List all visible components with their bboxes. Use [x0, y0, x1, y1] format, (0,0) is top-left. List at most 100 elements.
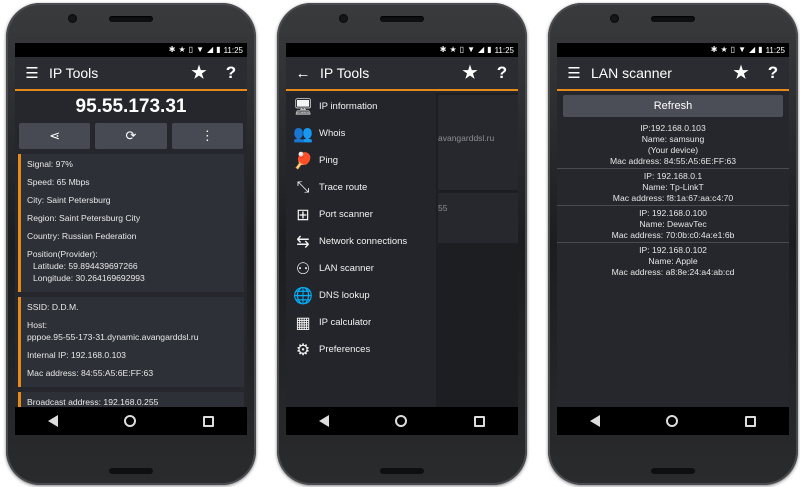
- menu-item-network-connections[interactable]: ⇆ Network connections: [286, 228, 436, 255]
- vibrate-icon: ▯: [188, 45, 194, 54]
- more-vertical-icon: ⋮: [200, 128, 214, 143]
- share-button[interactable]: ⋖: [19, 123, 91, 149]
- clock: 11:25: [494, 45, 514, 55]
- wifi-icon: ▼: [467, 45, 475, 54]
- menu-item-label: LAN scanner: [319, 263, 374, 274]
- vibrate-icon: ▯: [730, 45, 736, 54]
- list-item[interactable]: IP: 192.168.0.1 Name: Tp-LinkT Mac addre…: [557, 169, 789, 206]
- home-icon[interactable]: [395, 415, 408, 427]
- menu-item-label: Port scanner: [319, 209, 373, 220]
- mac-address: Mac address: 84:55:A5:6E:FF:63: [27, 368, 154, 378]
- host-mac: Mac address: 70:0b:c0:4a:e1:6b: [611, 230, 735, 240]
- hamburger-menu-icon[interactable]: ☰: [557, 64, 591, 82]
- clock: 11:25: [765, 45, 785, 55]
- menu-item-ip-calculator[interactable]: ▦ IP calculator: [286, 309, 436, 336]
- camera: [339, 14, 348, 23]
- home-icon[interactable]: [124, 415, 137, 427]
- host-name: Name: DewavTec: [639, 219, 707, 229]
- recent-apps-icon[interactable]: [202, 415, 214, 427]
- menu-item-preferences[interactable]: ⚙ Preferences: [286, 336, 436, 363]
- screen-lan-scanner: ✱ ★ ▯ ▼ ◢ ▮ 11:25 ☰ LAN scanner ★ ? Refr…: [557, 43, 789, 435]
- status-bar: ✱ ★ ▯ ▼ ◢ ▮ 11:25: [557, 43, 789, 57]
- home-icon[interactable]: [666, 415, 679, 427]
- speaker: [380, 16, 424, 22]
- bluetooth-icon: ✱: [710, 45, 718, 54]
- phone-2: ✱ ★ ▯ ▼ ◢ ▮ 11:25 ← IP Tools ★ ? avangar…: [277, 3, 527, 485]
- app-title: IP Tools: [320, 65, 370, 81]
- clock: 11:25: [223, 45, 243, 55]
- more-button[interactable]: ⋮: [171, 123, 243, 149]
- menu-item-label: IP information: [319, 101, 378, 112]
- globe-icon: 🌐: [293, 287, 313, 305]
- speaker: [109, 16, 153, 22]
- info-card-location: Signal: 97% Speed: 65 Mbps City: Saint P…: [18, 154, 244, 292]
- recent-apps-icon[interactable]: [744, 415, 756, 427]
- menu-item-lan-scanner[interactable]: ⚇ LAN scanner: [286, 255, 436, 282]
- favorite-star-icon[interactable]: ★: [454, 63, 486, 83]
- help-icon[interactable]: ?: [757, 63, 789, 83]
- list-item[interactable]: IP: 192.168.0.100 Name: DewavTec Mac add…: [557, 206, 789, 243]
- host-mac: Mac address: 84:55:A5:6E:FF:63: [609, 156, 737, 166]
- help-icon[interactable]: ?: [215, 63, 247, 83]
- status-bar: ✱ ★ ▯ ▼ ◢ ▮ 11:25: [286, 43, 518, 57]
- background-text: 55: [438, 203, 448, 213]
- speaker: [651, 468, 695, 474]
- host-name: Name: Apple: [648, 256, 698, 266]
- menu-item-ip-information[interactable]: 🖥 IP information: [286, 93, 436, 120]
- star-icon: ★: [178, 45, 186, 54]
- list-item[interactable]: IP: 192.168.0.102 Name: Apple Mac addres…: [557, 243, 789, 279]
- ssid: SSID: D.D.M.: [27, 302, 79, 312]
- camera: [68, 14, 77, 23]
- menu-item-ping[interactable]: 🏓 Ping: [286, 147, 436, 174]
- position-label: Position(Provider):: [27, 249, 98, 259]
- refresh-icon: ⟳: [125, 128, 137, 143]
- host-note: (Your device): [647, 145, 699, 155]
- favorite-star-icon[interactable]: ★: [183, 63, 215, 83]
- hamburger-menu-icon[interactable]: ☰: [15, 64, 49, 82]
- nav-bar: [557, 407, 789, 435]
- favorite-star-icon[interactable]: ★: [725, 63, 757, 83]
- lan-icon: ⚇: [295, 260, 311, 278]
- back-icon[interactable]: [590, 415, 601, 427]
- list-item[interactable]: IP:192.168.0.103 Name: samsung (Your dev…: [557, 121, 789, 169]
- ping-pong-icon: 🏓: [293, 152, 313, 170]
- speaker: [380, 468, 424, 474]
- vibrate-icon: ▯: [459, 45, 465, 54]
- longitude: Longitude: 30.264169692993: [33, 273, 145, 283]
- back-icon[interactable]: [319, 415, 330, 427]
- menu-item-whois[interactable]: 👥 Whois: [286, 120, 436, 147]
- refresh-button[interactable]: ⟳: [95, 123, 167, 149]
- recent-apps-icon[interactable]: [473, 415, 485, 427]
- bluetooth-icon: ✱: [439, 45, 447, 54]
- menu-item-label: Whois: [319, 128, 346, 139]
- speaker: [651, 16, 695, 22]
- back-icon[interactable]: [48, 415, 59, 427]
- menu-item-label: Network connections: [319, 236, 408, 247]
- menu-item-trace-route[interactable]: ⤡ Trace route: [286, 174, 436, 201]
- wifi-icon: ▼: [196, 45, 204, 54]
- app-title: LAN scanner: [591, 65, 672, 81]
- phone-3: ✱ ★ ▯ ▼ ◢ ▮ 11:25 ☰ LAN scanner ★ ? Refr…: [548, 3, 798, 485]
- menu-item-dns-lookup[interactable]: 🌐 DNS lookup: [286, 282, 436, 309]
- battery-icon: ▮: [758, 45, 763, 54]
- menu-item-port-scanner[interactable]: ⊞ Port scanner: [286, 201, 436, 228]
- info-card-network: SSID: D.D.M. Host: pppoe.95-55-173-31.dy…: [18, 297, 244, 387]
- region: Region: Saint Petersburg City: [27, 213, 141, 223]
- battery-icon: ▮: [487, 45, 492, 54]
- refresh-button[interactable]: Refresh: [563, 95, 783, 117]
- calculator-icon: ▦: [295, 314, 311, 332]
- country: Country: Russian Federation: [27, 231, 137, 241]
- nav-bar: [286, 407, 518, 435]
- host-name: Name: Tp-LinkT: [642, 182, 704, 192]
- back-arrow-icon[interactable]: ←: [286, 65, 320, 82]
- help-icon[interactable]: ?: [486, 63, 518, 83]
- signal-icon: ◢: [749, 45, 756, 54]
- speed: Speed: 65 Mbps: [27, 177, 90, 187]
- menu-item-label: IP calculator: [319, 317, 372, 328]
- toolbar: ⋖ ⟳ ⋮: [15, 123, 247, 149]
- signal: Signal: 97%: [27, 159, 73, 169]
- route-icon: ⤡: [296, 178, 310, 196]
- wifi-icon: ▼: [738, 45, 746, 54]
- app-bar: ← IP Tools ★ ?: [286, 57, 518, 91]
- app-bar: ☰ LAN scanner ★ ?: [557, 57, 789, 91]
